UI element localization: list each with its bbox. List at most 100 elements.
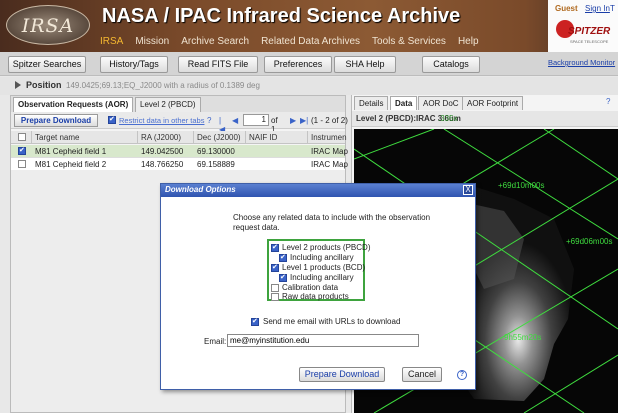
row-checkbox[interactable] bbox=[18, 160, 26, 168]
select-all-checkbox[interactable] bbox=[18, 133, 26, 141]
main-toolbar: Spitzer Searches History/Tags Read FITS … bbox=[0, 52, 618, 76]
option-checkbox[interactable] bbox=[271, 243, 279, 252]
option-checkbox[interactable] bbox=[271, 284, 279, 292]
option-label: Including ancillary bbox=[290, 273, 354, 282]
cell-dec: 69.158889 bbox=[197, 160, 235, 169]
cell-instrument: IRAC Map bbox=[311, 147, 348, 156]
column-divider bbox=[307, 131, 308, 144]
dialog-help-icon[interactable]: ? bbox=[457, 370, 467, 380]
related-data-options: Level 2 products (PBCD) Including ancill… bbox=[267, 239, 370, 301]
site-title: NASA / IPAC Infrared Science Archive bbox=[102, 5, 461, 27]
nav-related-data-archives[interactable]: Related Data Archives bbox=[261, 36, 360, 47]
position-label: Position bbox=[26, 80, 62, 90]
option-label: Including ancillary bbox=[290, 253, 354, 262]
close-icon[interactable]: X bbox=[463, 185, 473, 195]
column-header-ra[interactable]: RA (J2000) bbox=[141, 133, 181, 142]
option-label: Level 1 products (BCD) bbox=[282, 263, 366, 272]
spitzer-searches-button[interactable]: Spitzer Searches bbox=[8, 56, 86, 73]
results-tabs: Observation Requests (AOR) Level 2 (PBCD… bbox=[11, 96, 345, 112]
catalogs-button[interactable]: Catalogs bbox=[422, 56, 480, 73]
nav-tools-services[interactable]: Tools & Services bbox=[372, 36, 446, 47]
email-field[interactable] bbox=[227, 334, 419, 347]
cell-target: M81 Cepheid field 2 bbox=[35, 160, 107, 169]
spitzer-logo-subtitle: SPACE TELESCOPE bbox=[570, 39, 609, 44]
nav-mission[interactable]: Mission bbox=[135, 36, 169, 47]
sha-help-button[interactable]: SHA Help bbox=[334, 56, 396, 73]
partial-link[interactable]: T bbox=[610, 4, 615, 13]
history-tags-button[interactable]: History/Tags bbox=[100, 56, 168, 73]
image-info-bar: Level 2 (PBCD):IRAC 3.6um .335x bbox=[352, 111, 618, 127]
dialog-intro-text: Choose any related data to include with … bbox=[233, 213, 431, 232]
restrict-label[interactable]: Restrict data in other tabs bbox=[119, 116, 204, 125]
send-email-checkbox[interactable] bbox=[251, 317, 259, 326]
nav-archive-search[interactable]: Archive Search bbox=[181, 36, 249, 47]
option-label: Calibration data bbox=[282, 283, 339, 292]
tab-data[interactable]: Data bbox=[390, 96, 418, 110]
spitzer-logo[interactable]: SPITZER SPACE TELESCOPE bbox=[552, 16, 616, 50]
prev-page-icon[interactable]: ◀ bbox=[232, 116, 238, 125]
column-header-instrument[interactable]: Instrumen bbox=[311, 133, 347, 142]
tab-details[interactable]: Details bbox=[354, 96, 389, 110]
cell-target: M81 Cepheid field 1 bbox=[35, 147, 107, 156]
dialog-titlebar[interactable]: Download Options X bbox=[161, 184, 475, 197]
irsa-logo[interactable]: IRSA bbox=[6, 5, 90, 45]
option-checkbox[interactable] bbox=[271, 263, 279, 272]
results-toolbar: Prepare Download Restrict data in other … bbox=[11, 112, 348, 134]
grid-label-dec-2: +69d06m00s bbox=[566, 237, 613, 246]
column-divider bbox=[137, 131, 138, 144]
cell-ra: 149.042500 bbox=[141, 147, 184, 156]
table-header: Target name RA (J2000) Dec (J2000) NAIF … bbox=[11, 131, 347, 144]
prepare-download-button[interactable]: Prepare Download bbox=[14, 114, 98, 127]
expand-position-icon[interactable] bbox=[15, 81, 21, 89]
cancel-button[interactable]: Cancel bbox=[402, 367, 442, 382]
read-fits-file-button[interactable]: Read FITS File bbox=[178, 56, 258, 73]
nav-help[interactable]: Help bbox=[458, 36, 479, 47]
guest-label: Guest bbox=[555, 4, 578, 13]
option-label: Level 2 products (PBCD) bbox=[282, 243, 371, 252]
restrict-checkbox[interactable] bbox=[108, 115, 116, 124]
column-divider bbox=[31, 131, 32, 144]
logo-text: IRSA bbox=[21, 15, 75, 37]
column-header-naif-id[interactable]: NAIF ID bbox=[249, 133, 277, 142]
help-icon[interactable]: ? bbox=[606, 97, 610, 106]
option-checkbox[interactable] bbox=[279, 253, 287, 262]
column-divider bbox=[193, 131, 194, 144]
prepare-download-confirm-button[interactable]: Prepare Download bbox=[299, 367, 385, 382]
cell-dec: 69.130000 bbox=[197, 147, 235, 156]
dialog-title: Download Options bbox=[165, 185, 236, 194]
cell-instrument: IRAC Map bbox=[311, 160, 348, 169]
next-page-icon[interactable]: ▶ bbox=[290, 116, 296, 125]
user-box: Guest Sign In T SPITZER SPACE TELESCOPE bbox=[548, 0, 618, 52]
help-icon[interactable]: ? bbox=[207, 116, 211, 125]
position-value: 149.0425;69.13;EQ_J2000 with a radius of… bbox=[66, 81, 260, 90]
row-checkbox[interactable] bbox=[18, 146, 26, 155]
tab-observation-requests[interactable]: Observation Requests (AOR) bbox=[13, 97, 134, 112]
tab-aor-footprint[interactable]: AOR Footprint bbox=[462, 96, 524, 110]
page-input[interactable]: 1 bbox=[243, 114, 269, 126]
zoom-level: .335x bbox=[438, 114, 458, 123]
option-checkbox[interactable] bbox=[271, 293, 279, 301]
column-header-target-name[interactable]: Target name bbox=[35, 133, 79, 142]
spitzer-logo-text: SPITZER bbox=[568, 26, 611, 37]
top-navigation: IRSA Mission Archive Search Related Data… bbox=[100, 36, 491, 47]
column-header-dec[interactable]: Dec (J2000) bbox=[197, 133, 241, 142]
background-monitor-link[interactable]: Background Monitor bbox=[548, 58, 615, 67]
sign-in-link[interactable]: Sign In bbox=[585, 4, 610, 13]
row-count-label: (1 - 2 of 2) bbox=[311, 116, 348, 125]
position-bar: Position 149.0425;69.13;EQ_J2000 with a … bbox=[0, 77, 618, 95]
send-email-label: Send me email with URLs to download bbox=[263, 317, 401, 326]
email-label: Email: bbox=[204, 337, 227, 346]
tab-level-2-pbcd[interactable]: Level 2 (PBCD) bbox=[135, 97, 201, 112]
column-divider bbox=[245, 131, 246, 144]
grid-label-dec-1: +69d10m00s bbox=[498, 181, 545, 190]
site-header: IRSA NASA / IPAC Infrared Science Archiv… bbox=[0, 0, 618, 52]
table-row[interactable]: M81 Cepheid field 1 149.042500 69.130000… bbox=[11, 145, 348, 158]
option-checkbox[interactable] bbox=[279, 273, 287, 282]
preferences-button[interactable]: Preferences bbox=[264, 56, 332, 73]
option-label: Raw data products bbox=[282, 292, 349, 301]
last-page-icon[interactable]: ▶| bbox=[300, 116, 308, 125]
download-options-dialog: Download Options X Choose any related da… bbox=[160, 183, 476, 390]
nav-irsa[interactable]: IRSA bbox=[100, 36, 123, 47]
cell-ra: 148.766250 bbox=[141, 160, 184, 169]
tab-aor-doc[interactable]: AOR DoC bbox=[418, 96, 464, 110]
